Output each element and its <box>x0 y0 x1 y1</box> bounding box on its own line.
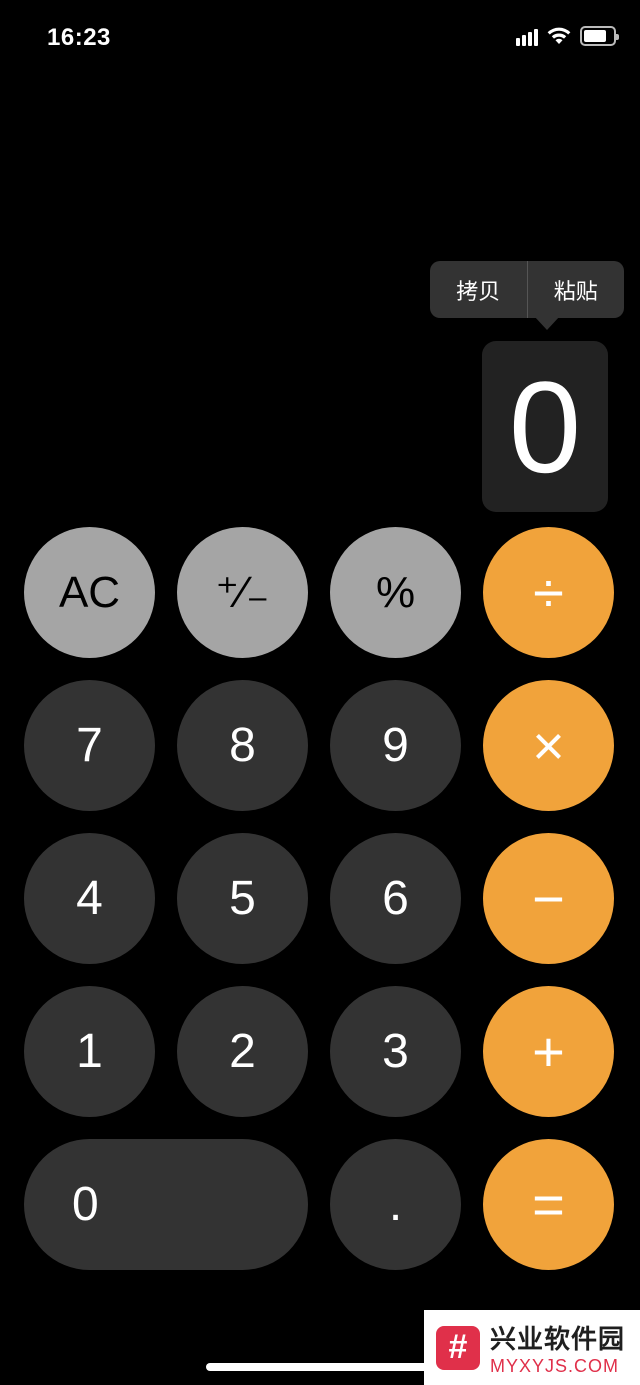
digit-3-button[interactable]: 3 <box>330 986 461 1117</box>
copy-menu-item[interactable]: 拷贝 <box>430 261 527 318</box>
watermark-logo: # <box>436 1325 480 1370</box>
digit-2-button[interactable]: 2 <box>177 986 308 1117</box>
watermark-name: 兴业软件园 <box>490 1323 626 1354</box>
display-value: 0 <box>508 353 582 500</box>
digit-0-button[interactable]: 0 <box>24 1139 308 1270</box>
home-indicator[interactable] <box>206 1363 434 1371</box>
wifi-icon <box>547 27 571 44</box>
keypad: AC ⁺∕₋ % ÷ 7 8 9 × 4 5 6 − 1 2 3 + 0 . = <box>24 527 616 1270</box>
digit-9-button[interactable]: 9 <box>330 680 461 811</box>
digit-7-button[interactable]: 7 <box>24 680 155 811</box>
percent-button[interactable]: % <box>330 527 461 658</box>
result-display[interactable]: 0 <box>482 341 608 512</box>
digit-4-button[interactable]: 4 <box>24 833 155 964</box>
paste-menu-item[interactable]: 粘贴 <box>528 261 625 318</box>
watermark: # 兴业软件园 MYXYJS.COM <box>424 1310 640 1385</box>
plus-button[interactable]: + <box>483 986 614 1117</box>
status-icons <box>516 26 619 46</box>
edit-context-menu: 拷贝 粘贴 <box>430 261 625 330</box>
minus-button[interactable]: − <box>483 833 614 964</box>
battery-icon <box>580 26 619 46</box>
watermark-text: 兴业软件园 MYXYJS.COM <box>490 1319 625 1377</box>
clear-button[interactable]: AC <box>24 527 155 658</box>
divide-button[interactable]: ÷ <box>483 527 614 658</box>
digit-8-button[interactable]: 8 <box>177 680 308 811</box>
decimal-button[interactable]: . <box>330 1139 461 1270</box>
plus-minus-button[interactable]: ⁺∕₋ <box>177 527 308 658</box>
digit-1-button[interactable]: 1 <box>24 986 155 1117</box>
status-time: 16:23 <box>47 24 111 51</box>
digit-5-button[interactable]: 5 <box>177 833 308 964</box>
equals-button[interactable]: = <box>483 1139 614 1270</box>
digit-6-button[interactable]: 6 <box>330 833 461 964</box>
watermark-url: MYXYJS.COM <box>490 1355 620 1376</box>
signal-icon <box>516 26 538 46</box>
multiply-button[interactable]: × <box>483 680 614 811</box>
battery-fill <box>584 30 607 42</box>
